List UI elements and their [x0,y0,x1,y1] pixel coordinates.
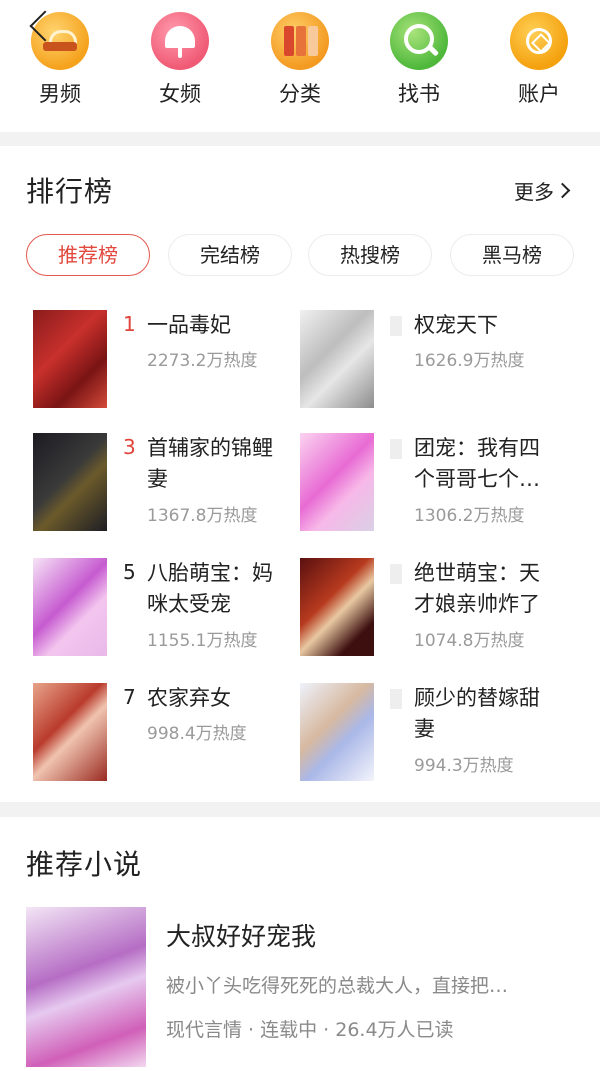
tab-completed[interactable]: 完结榜 [168,234,292,276]
top-navigation: 男频 女频 分类 找书 账户 [0,0,600,132]
ranking-section: 排行榜 更多 推荐榜 完结榜 热搜榜 黑马榜 1 一品毒妃 2273.2万热度 … [0,146,600,802]
nav-account[interactable]: 账户 [499,12,579,108]
ranking-item[interactable]: 权宠天下 1626.9万热度 [300,310,570,410]
nav-label: 男频 [39,82,81,106]
heat-value: 1626.9万热度 [414,351,525,371]
book-cover [300,558,374,656]
nav-find-book[interactable]: 找书 [379,12,459,108]
nav-category[interactable]: 分类 [260,12,340,108]
book-title: 团宠：我有四个哥哥七个… [414,436,540,491]
ranking-item[interactable]: 5 八胎萌宝：妈咪太受宠 1155.1万热度 [33,558,303,658]
nav-label: 找书 [398,82,440,106]
tab-hot-search[interactable]: 热搜榜 [308,234,432,276]
female-channel-icon [151,12,209,70]
heat-value: 998.4万热度 [147,724,247,744]
category-books-icon [271,12,329,70]
rank-number: 5 [123,560,136,584]
nav-label: 分类 [279,82,321,106]
heat-value: 1155.1万热度 [147,631,258,651]
ranking-title: 排行榜 [26,175,114,208]
book-title: 绝世萌宝：天才娘亲帅炸了 [414,561,540,616]
heat-value: 1074.8万热度 [414,631,525,651]
rank-number [390,564,402,584]
back-arrow-icon[interactable] [26,8,52,44]
rank-number [390,316,402,336]
book-cover [33,310,107,408]
book-cover [300,683,374,781]
tab-recommend[interactable]: 推荐榜 [26,234,150,276]
heat-value: 1306.2万热度 [414,506,525,526]
nav-female-channel[interactable]: 女频 [140,12,220,108]
recommend-section: 推荐小说 大叔好好宠我 被小丫头吃得死死的总裁大人，直接把… 现代言情 · 连载… [0,817,600,1071]
section-divider [0,132,600,146]
book-title: 权宠天下 [414,313,498,337]
rank-number [390,439,402,459]
heat-value: 994.3万热度 [414,756,514,776]
book-meta: 现代言情 · 连载中 · 26.4万人已读 [166,1019,454,1041]
book-title: 首辅家的锦鲤妻 [147,436,273,491]
heat-value: 2273.2万热度 [147,351,258,371]
rank-number: 3 [123,435,136,459]
book-cover[interactable] [26,907,146,1067]
more-button[interactable]: 更多 [514,176,570,205]
heat-value: 1367.8万热度 [147,506,258,526]
book-title[interactable]: 大叔好好宠我 [166,917,316,953]
rank-number: 7 [123,685,136,709]
rank-number [390,689,402,709]
recommend-title: 推荐小说 [26,848,143,881]
coin-account-icon [510,12,568,70]
nav-label: 女频 [159,82,201,106]
tab-dark-horse[interactable]: 黑马榜 [450,234,574,276]
search-book-icon [390,12,448,70]
book-cover [33,683,107,781]
book-cover [33,433,107,531]
book-cover [33,558,107,656]
book-cover [300,433,374,531]
book-cover [300,310,374,408]
ranking-item[interactable]: 顾少的替嫁甜妻 994.3万热度 [300,683,570,783]
book-title: 农家弃女 [147,686,231,710]
book-description: 被小丫头吃得死死的总裁大人，直接把… [166,975,509,997]
book-title: 一品毒妃 [147,313,231,337]
nav-label: 账户 [518,82,560,106]
ranking-item[interactable]: 团宠：我有四个哥哥七个… 1306.2万热度 [300,433,570,533]
book-title: 顾少的替嫁甜妻 [414,686,540,741]
book-title: 八胎萌宝：妈咪太受宠 [147,561,273,616]
rank-number: 1 [123,312,136,336]
ranking-item[interactable]: 3 首辅家的锦鲤妻 1367.8万热度 [33,433,303,533]
section-divider [0,802,600,817]
ranking-item[interactable]: 7 农家弃女 998.4万热度 [33,683,303,783]
ranking-item[interactable]: 绝世萌宝：天才娘亲帅炸了 1074.8万热度 [300,558,570,658]
ranking-item[interactable]: 1 一品毒妃 2273.2万热度 [33,310,303,410]
